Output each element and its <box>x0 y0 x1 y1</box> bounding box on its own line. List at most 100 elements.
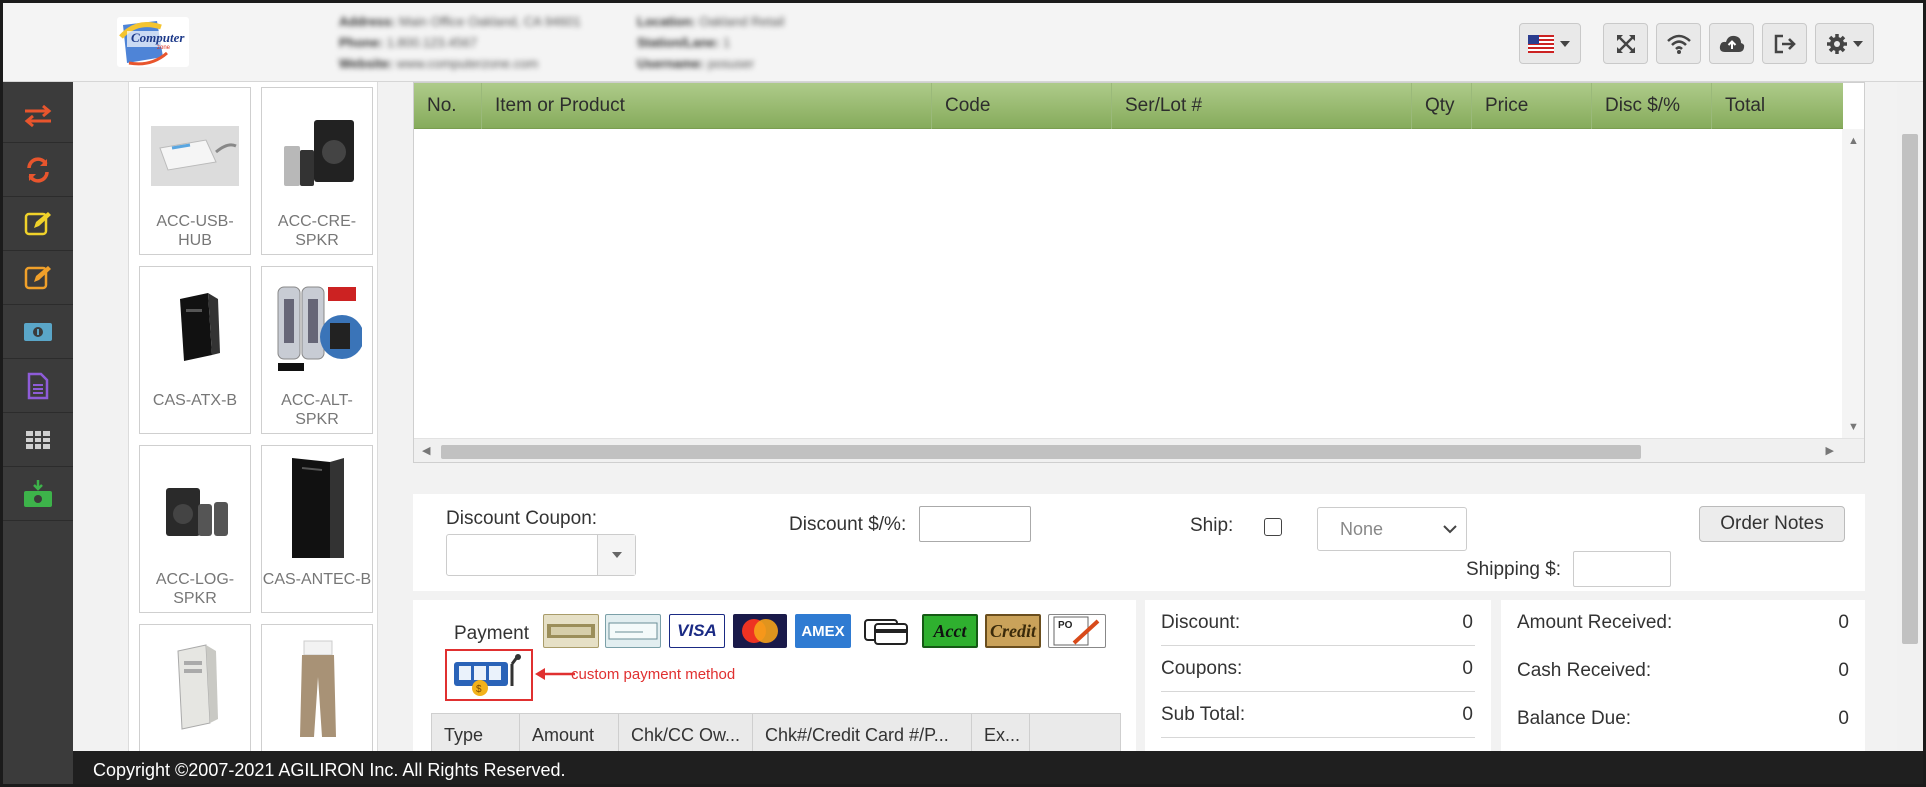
ship-checkbox[interactable] <box>1264 518 1282 536</box>
document-icon <box>27 372 49 400</box>
nav-cash-drawer[interactable] <box>3 468 73 521</box>
logout-button[interactable] <box>1762 23 1807 64</box>
product-image <box>180 293 220 361</box>
ship-label: Ship: <box>1190 515 1234 536</box>
cart-vertical-scrollbar[interactable]: ▲ ▼ <box>1842 129 1864 439</box>
scroll-left-arrow[interactable]: ◀ <box>422 444 430 457</box>
scroll-up-arrow[interactable]: ▲ <box>1848 135 1859 147</box>
logout-icon <box>1774 34 1796 53</box>
us-flag-icon <box>1528 34 1570 53</box>
cart-grid: No. Item or Product Code Ser/Lot # Qty P… <box>413 82 1865 463</box>
card-payment-button[interactable] <box>859 614 913 648</box>
subtotal-label: Sub Total: <box>1161 704 1246 725</box>
column-header-price[interactable]: Price <box>1472 83 1592 129</box>
cart-grid-header: No. Item or Product Code Ser/Lot # Qty P… <box>414 83 1843 129</box>
order-notes-button[interactable]: Order Notes <box>1699 506 1845 542</box>
payment-column-expiry[interactable]: Ex... <box>972 714 1030 756</box>
subtotal-row: Sub Total: 0 <box>1161 692 1475 738</box>
product-tile[interactable]: CAS-ATX-B <box>139 266 251 434</box>
mastercard-payment-button[interactable] <box>733 614 787 648</box>
page-scroll-thumb[interactable] <box>1902 134 1918 644</box>
nav-cash[interactable] <box>3 306 73 359</box>
discount-coupon-label: Discount Coupon: <box>446 508 598 529</box>
payment-column-number[interactable]: Chk#/Credit Card #/P... <box>753 714 972 756</box>
credit-payment-button[interactable]: Credit <box>985 614 1041 648</box>
nav-reports[interactable] <box>3 414 73 467</box>
svg-text:$: $ <box>476 684 482 695</box>
refresh-icon <box>27 157 49 183</box>
scroll-right-arrow[interactable]: ▶ <box>1826 444 1834 457</box>
product-tile[interactable]: CAS-ANTEC-B <box>261 445 373 613</box>
payment-column-amount[interactable]: Amount <box>520 714 619 756</box>
phone-line: Phone: 1.800.123.4567 <box>339 35 478 50</box>
amex-payment-button[interactable]: AMEX <box>795 614 851 648</box>
product-tile[interactable]: ACC-ALT-SPKR <box>261 266 373 434</box>
nav-refresh[interactable] <box>3 144 73 197</box>
cash-received-row: Cash Received: 0 <box>1517 648 1851 694</box>
discount-total-value: 0 <box>1462 612 1473 633</box>
nav-edit-quote[interactable] <box>3 252 73 305</box>
wifi-icon <box>1666 34 1691 54</box>
swap-icon <box>24 104 52 128</box>
po-payment-button[interactable]: PO <box>1048 614 1106 648</box>
cart-horizontal-scrollbar[interactable]: ◀ ▶ <box>414 438 1864 462</box>
location-line: Location: Oakland Retail <box>637 14 785 29</box>
station-line: Station/Lane: 1 <box>637 35 731 50</box>
page-scrollbar[interactable] <box>1897 82 1923 751</box>
discount-total-row: Discount: 0 <box>1161 600 1475 646</box>
fullscreen-button[interactable] <box>1603 23 1648 64</box>
column-header-item[interactable]: Item or Product <box>482 83 932 129</box>
column-header-serlot[interactable]: Ser/Lot # <box>1112 83 1412 129</box>
check-payment-button[interactable] <box>605 614 661 648</box>
amount-received-value: 0 <box>1838 612 1849 633</box>
wifi-button[interactable] <box>1656 23 1701 64</box>
store-info-right: Location: Oakland Retail Station/Lane: 1… <box>637 11 784 74</box>
pos-window: Computer zone Address: Main Office Oakla… <box>0 0 1926 787</box>
gear-icon <box>1826 33 1863 54</box>
nav-edit-order[interactable] <box>3 198 73 251</box>
balance-due-label: Balance Due: <box>1517 708 1632 729</box>
custom-payment-button[interactable]: $ <box>452 654 526 696</box>
column-header-discount[interactable]: Disc $/% <box>1592 83 1712 129</box>
ship-method-select[interactable]: None <box>1317 507 1467 551</box>
language-dropdown[interactable] <box>1519 23 1581 64</box>
column-header-qty[interactable]: Qty <box>1412 83 1472 129</box>
column-header-total[interactable]: Total <box>1712 83 1843 129</box>
visa-payment-button[interactable]: VISA <box>669 614 725 648</box>
discount-coupon-select[interactable] <box>446 534 636 576</box>
cloud-sync-button[interactable] <box>1709 23 1754 64</box>
check-icon <box>608 622 658 640</box>
payment-column-extra <box>1030 714 1122 756</box>
discount-input[interactable] <box>919 506 1031 542</box>
shipping-input[interactable] <box>1573 551 1671 587</box>
cloud-upload-icon <box>1719 35 1744 52</box>
payment-column-owner[interactable]: Chk/CC Ow... <box>619 714 753 756</box>
balance-due-value: 0 <box>1838 708 1849 729</box>
cash-icon <box>24 323 52 341</box>
download-cash-icon <box>24 480 52 507</box>
product-image <box>284 120 354 186</box>
logo-text: Computer <box>131 30 185 45</box>
product-label: ACC-LOG-SPKR <box>155 571 235 607</box>
product-image <box>277 286 362 371</box>
edit-icon <box>24 212 51 236</box>
mastercard-icon <box>742 619 778 643</box>
column-header-no[interactable]: No. <box>414 83 482 129</box>
product-tile[interactable]: ACC-LOG-SPKR <box>139 445 251 613</box>
left-navigation <box>3 82 73 784</box>
nav-documents[interactable] <box>3 360 73 413</box>
cash-payment-button[interactable] <box>543 614 599 648</box>
payment-column-type[interactable]: Type <box>432 714 520 756</box>
settings-dropdown[interactable] <box>1815 23 1874 64</box>
nav-transfer[interactable] <box>3 90 73 143</box>
scroll-down-arrow[interactable]: ▼ <box>1848 421 1859 433</box>
username-line: Username: posuser <box>637 56 755 71</box>
scroll-thumb[interactable] <box>441 445 1641 459</box>
table-icon <box>26 431 50 449</box>
product-tile[interactable]: ACC-CRE-SPKR <box>261 87 373 255</box>
column-header-code[interactable]: Code <box>932 83 1112 129</box>
discount-label: Discount $/%: <box>789 514 907 535</box>
product-tile[interactable]: ACC-USB-HUB <box>139 87 251 255</box>
purchase-order-icon: PO <box>1053 616 1100 646</box>
account-payment-button[interactable]: Acct <box>922 614 978 648</box>
